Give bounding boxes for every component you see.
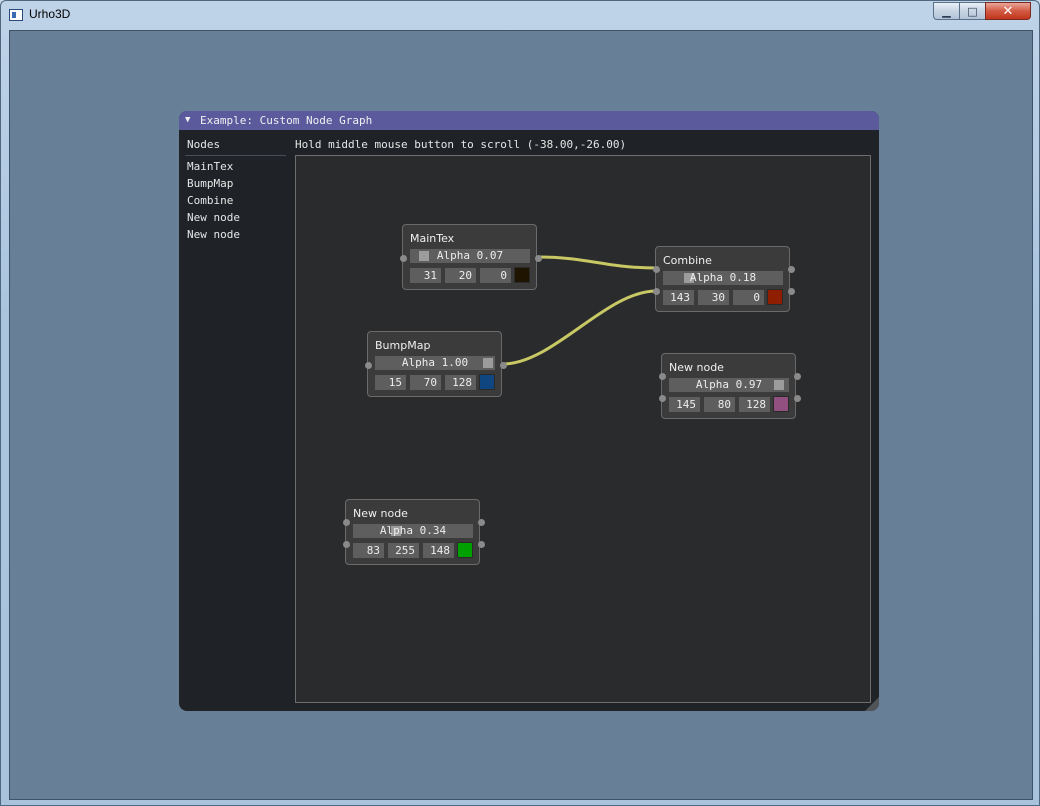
graph-node[interactable]: New node Alpha 0.97 145 80 128 <box>658 353 801 419</box>
nodes-list-item[interactable]: New node <box>187 209 240 226</box>
color-g-field[interactable]: 80 <box>704 397 735 412</box>
color-g-field[interactable]: 255 <box>388 543 419 558</box>
minimize-button[interactable]: ▁ <box>933 2 959 20</box>
output-slot[interactable] <box>793 372 801 380</box>
nodes-list-item[interactable]: Combine <box>187 192 240 209</box>
color-r-field[interactable]: 15 <box>375 375 406 390</box>
input-slot[interactable] <box>652 287 660 295</box>
output-slot[interactable] <box>499 361 507 369</box>
output-slot[interactable] <box>787 265 795 273</box>
nodes-list: MainTex BumpMap Combine New node New nod… <box>187 158 240 243</box>
links-layer <box>502 255 657 366</box>
graph-node[interactable]: New node Alpha 0.34 83 255 148 <box>342 499 485 565</box>
graph-node[interactable]: MainTex Alpha 0.07 31 20 0 <box>399 224 542 290</box>
node-title: New node <box>669 361 724 374</box>
node-title: New node <box>353 507 408 520</box>
nodes-header: Nodes <box>187 138 221 151</box>
nodes-list-item[interactable]: MainTex <box>187 158 240 175</box>
color-swatch[interactable] <box>479 374 495 390</box>
imgui-window-title: Example: Custom Node Graph <box>200 114 373 127</box>
color-b-field[interactable]: 0 <box>733 290 764 305</box>
color-r-field[interactable]: 143 <box>663 290 694 305</box>
alpha-label: Alpha 1.00 <box>401 356 469 369</box>
alpha-slider[interactable]: Alpha 0.07 <box>410 249 530 263</box>
nodes-panel: Nodes MainTex BumpMap Combine New node N… <box>179 130 289 711</box>
input-slot[interactable] <box>399 254 407 262</box>
color-r-field[interactable]: 145 <box>669 397 700 412</box>
color-g-field[interactable]: 30 <box>698 290 729 305</box>
alpha-label: Alpha 0.97 <box>695 378 763 391</box>
color-swatch[interactable] <box>514 267 530 283</box>
alpha-label: Alpha 0.34 <box>379 524 447 537</box>
input-slot[interactable] <box>342 518 350 526</box>
color-swatch[interactable] <box>773 396 789 412</box>
maximize-icon: □ <box>967 4 978 18</box>
alpha-slider[interactable]: Alpha 0.18 <box>663 271 783 285</box>
window-titlebar[interactable]: Urho3D ▁ □ ✕ <box>1 1 1039 29</box>
input-slot[interactable] <box>652 265 660 273</box>
color-b-field[interactable]: 148 <box>423 543 454 558</box>
graph-node[interactable]: BumpMap Alpha 1.00 15 70 128 <box>364 331 507 397</box>
node-title: MainTex <box>410 232 455 245</box>
color-b-field[interactable]: 128 <box>739 397 770 412</box>
graph-canvas[interactable]: MainTex Alpha 0.07 31 20 0 Combine Alpha 0.18 1… <box>295 155 871 703</box>
collapse-arrow-icon[interactable]: ▼ <box>185 111 190 130</box>
color-g-field[interactable]: 70 <box>410 375 441 390</box>
color-g-field[interactable]: 20 <box>445 268 476 283</box>
output-slot[interactable] <box>477 540 485 548</box>
resize-grip[interactable] <box>865 697 879 711</box>
alpha-slider[interactable]: Alpha 0.34 <box>353 524 473 538</box>
node-graph-window: ▼ Example: Custom Node Graph Nodes MainT… <box>179 111 879 711</box>
alpha-slider[interactable]: Alpha 1.00 <box>375 356 495 370</box>
node-title: BumpMap <box>375 339 431 352</box>
color-r-field[interactable]: 31 <box>410 268 441 283</box>
input-slot[interactable] <box>342 540 350 548</box>
output-slot[interactable] <box>534 254 542 262</box>
node-title: Combine <box>663 254 712 267</box>
output-slot[interactable] <box>787 287 795 295</box>
alpha-label: Alpha 0.07 <box>436 249 504 262</box>
close-icon: ✕ <box>1002 3 1014 19</box>
node-link <box>537 255 657 270</box>
output-slot[interactable] <box>793 394 801 402</box>
window-title: Urho3D <box>29 7 71 21</box>
minimize-icon: ▁ <box>942 4 951 18</box>
input-slot[interactable] <box>658 372 666 380</box>
alpha-label: Alpha 0.18 <box>689 271 757 284</box>
nodes-separator <box>185 155 286 156</box>
color-swatch[interactable] <box>767 289 783 305</box>
app-icon <box>9 9 23 21</box>
output-slot[interactable] <box>477 518 485 526</box>
nodes-list-item[interactable]: New node <box>187 226 240 243</box>
nodes-list-item[interactable]: BumpMap <box>187 175 240 192</box>
input-slot[interactable] <box>364 361 372 369</box>
scroll-hint: Hold middle mouse button to scroll (-38.… <box>295 138 627 151</box>
alpha-slider[interactable]: Alpha 0.97 <box>669 378 789 392</box>
graph-node[interactable]: Combine Alpha 0.18 143 30 0 <box>652 246 795 312</box>
color-r-field[interactable]: 83 <box>353 543 384 558</box>
color-b-field[interactable]: 0 <box>480 268 511 283</box>
node-link <box>502 289 657 366</box>
window-controls: ▁ □ ✕ <box>933 2 1031 21</box>
imgui-titlebar[interactable]: ▼ Example: Custom Node Graph <box>179 111 879 130</box>
close-button[interactable]: ✕ <box>985 2 1031 20</box>
app-window: Urho3D ▁ □ ✕ ▼ Example: Custom Node Grap… <box>0 0 1040 806</box>
maximize-button[interactable]: □ <box>959 2 985 20</box>
input-slot[interactable] <box>658 394 666 402</box>
color-b-field[interactable]: 128 <box>445 375 476 390</box>
color-swatch[interactable] <box>457 542 473 558</box>
